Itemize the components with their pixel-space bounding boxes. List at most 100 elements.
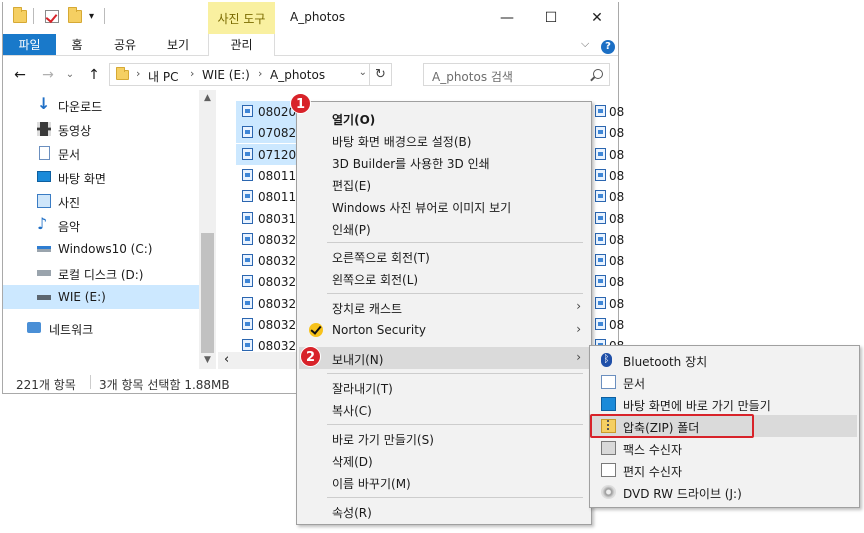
file-item[interactable]: 080327 [236, 229, 304, 250]
file-item[interactable]: 080329 [236, 314, 304, 335]
sidebar-item-label: 문서 [58, 148, 81, 162]
tab-manage[interactable]: 관리 [208, 34, 275, 56]
menu-item-cast-to-device[interactable]: 장치로 캐스트 › [299, 296, 589, 318]
menu-item-cut[interactable]: 잘라내기(T) [299, 376, 589, 398]
search-input[interactable]: A_photos 검색 [423, 63, 610, 86]
navigation-pane: ↓ 다운로드 동영상 문서 바탕 화면 사진 ♪ 음악 Windows10 (C… [3, 90, 218, 369]
pictures-icon [37, 194, 51, 208]
sidebar-item-documents[interactable]: 문서 [3, 141, 199, 165]
breadcrumb-drive[interactable]: WIE (E:) [202, 68, 250, 82]
image-file-icon [595, 126, 606, 139]
menu-item-set-as-background[interactable]: 바탕 화면 배경으로 설정(B) [299, 129, 589, 151]
menu-item-create-shortcut[interactable]: 바로 가기 만들기(S) [299, 427, 589, 449]
scrollbar-thumb[interactable] [201, 233, 214, 353]
menu-item-copy[interactable]: 복사(C) [299, 398, 589, 420]
menu-separator [327, 497, 583, 498]
menu-item-print[interactable]: 인쇄(P) [299, 217, 589, 239]
menu-item-3d-print[interactable]: 3D Builder를 사용한 3D 인쇄 [299, 151, 589, 173]
new-folder-icon[interactable] [68, 7, 82, 23]
file-item[interactable]: 08 [589, 314, 624, 335]
properties-icon[interactable] [45, 10, 59, 23]
scroll-left-icon[interactable]: ‹ [224, 352, 229, 367]
tab-view[interactable]: 보기 [163, 34, 193, 56]
sidebar-item-drive-c[interactable]: Windows10 (C:) [3, 237, 199, 261]
file-item[interactable]: 08 [589, 165, 624, 186]
menu-item-rename[interactable]: 이름 바꾸기(M) [299, 471, 589, 493]
close-button[interactable]: ✕ [582, 8, 612, 28]
sidebar-item-pictures[interactable]: 사진 [3, 189, 199, 213]
chevron-down-icon[interactable]: ⌄ [359, 67, 367, 78]
menu-item-norton-security[interactable]: Norton Security › [299, 319, 589, 341]
file-item[interactable]: 08 [589, 186, 624, 207]
file-item[interactable]: 080119 [236, 186, 304, 207]
send-to-item-fax-recipient[interactable]: 팩스 수신자 [592, 437, 857, 459]
send-to-item-documents[interactable]: 문서 [592, 371, 857, 393]
send-to-item-dvd-drive[interactable]: DVD RW 드라이브 (J:) [592, 481, 857, 503]
file-item[interactable]: 080312 [236, 208, 304, 229]
navigation-bar: ← → ⌄ ↑ › 내 PC › WIE (E:) › A_photos ⌄ ↻… [3, 62, 618, 88]
file-name: 08 [609, 126, 625, 141]
sidebar-scrollbar[interactable]: ▲ ▼ [199, 90, 216, 369]
image-file-icon [595, 190, 606, 203]
file-item[interactable]: 08 [589, 144, 624, 165]
send-to-item-desktop-shortcut[interactable]: 바탕 화면에 바로 가기 만들기 [592, 393, 857, 415]
menu-item-open[interactable]: 열기(O) [299, 107, 589, 129]
file-item[interactable]: 08 [589, 229, 624, 250]
menu-separator [327, 293, 583, 294]
tab-home[interactable]: 홈 [66, 34, 88, 56]
menu-item-rotate-right[interactable]: 오른쪽으로 회전(T) [299, 245, 589, 267]
menu-item-properties[interactable]: 속성(R) [299, 500, 589, 522]
help-icon[interactable]: ? [601, 40, 615, 54]
minimize-button[interactable]: — [492, 8, 522, 28]
file-item[interactable]: 080328 [236, 250, 304, 271]
send-to-item-label: 편지 수신자 [623, 465, 683, 479]
collapse-ribbon-icon[interactable]: ⌵ [581, 37, 589, 51]
file-item[interactable]: 08 [589, 250, 624, 271]
recent-locations-icon[interactable]: ⌄ [61, 64, 79, 86]
menu-item-edit[interactable]: 편집(E) [299, 173, 589, 195]
folder-icon [116, 67, 129, 80]
menu-item-label: 보내기(N) [332, 353, 384, 367]
file-item[interactable]: 08 [589, 208, 624, 229]
tab-file[interactable]: 파일 [3, 34, 56, 55]
menu-item-rotate-left[interactable]: 왼쪽으로 회전(L) [299, 267, 589, 289]
sidebar-item-music[interactable]: ♪ 음악 [3, 213, 199, 237]
image-file-icon [242, 147, 253, 160]
customize-toolbar-icon[interactable]: ▾ [89, 11, 103, 24]
sidebar-item-videos[interactable]: 동영상 [3, 117, 199, 141]
sidebar-item-downloads[interactable]: ↓ 다운로드 [3, 93, 199, 117]
file-item[interactable]: 080119 [236, 165, 304, 186]
send-to-item-label: DVD RW 드라이브 (J:) [623, 487, 742, 501]
file-item[interactable]: 08 [589, 122, 624, 143]
sidebar-item-drive-e[interactable]: WIE (E:) [3, 285, 199, 309]
file-item[interactable]: 08 [589, 101, 624, 122]
file-item[interactable]: 08 [589, 271, 624, 292]
file-name: 08 [609, 105, 625, 119]
file-item[interactable]: 08 [589, 293, 624, 314]
file-item[interactable]: 080328 [236, 271, 304, 292]
scroll-down-icon[interactable]: ▼ [199, 355, 216, 365]
sidebar-item-drive-d[interactable]: 로컬 디스크 (D:) [3, 261, 199, 285]
menu-item-send-to[interactable]: 보내기(N) › [299, 347, 589, 369]
file-item[interactable]: 080329 [236, 293, 304, 314]
send-to-item-mail-recipient[interactable]: 편지 수신자 [592, 459, 857, 481]
menu-item-delete[interactable]: 삭제(D) [299, 449, 589, 471]
back-arrow-icon[interactable]: ← [11, 64, 29, 86]
send-to-item-bluetooth[interactable]: ᛒ Bluetooth 장치 [592, 349, 857, 371]
maximize-button[interactable]: ☐ [536, 8, 566, 28]
refresh-icon[interactable]: ↻ [369, 64, 391, 85]
file-item[interactable]: 071205 [236, 143, 304, 165]
up-arrow-icon[interactable]: ↑ [85, 64, 103, 86]
menu-item-windows-photo-viewer[interactable]: Windows 사진 뷰어로 이미지 보기 [299, 195, 589, 217]
forward-arrow-icon[interactable]: → [39, 64, 57, 86]
breadcrumb-folder[interactable]: A_photos [270, 68, 325, 82]
tab-share[interactable]: 공유 [111, 34, 139, 56]
divider [90, 375, 91, 389]
sidebar-item-network[interactable]: 네트워크 [3, 316, 199, 340]
breadcrumb-this-pc[interactable]: 내 PC [148, 68, 178, 85]
drive-icon [37, 246, 51, 252]
address-bar[interactable]: › 내 PC › WIE (E:) › A_photos ⌄ ↻ [109, 63, 392, 86]
scroll-up-icon[interactable]: ▲ [199, 93, 216, 103]
file-item[interactable]: 070823 [236, 122, 304, 144]
sidebar-item-desktop[interactable]: 바탕 화면 [3, 165, 199, 189]
